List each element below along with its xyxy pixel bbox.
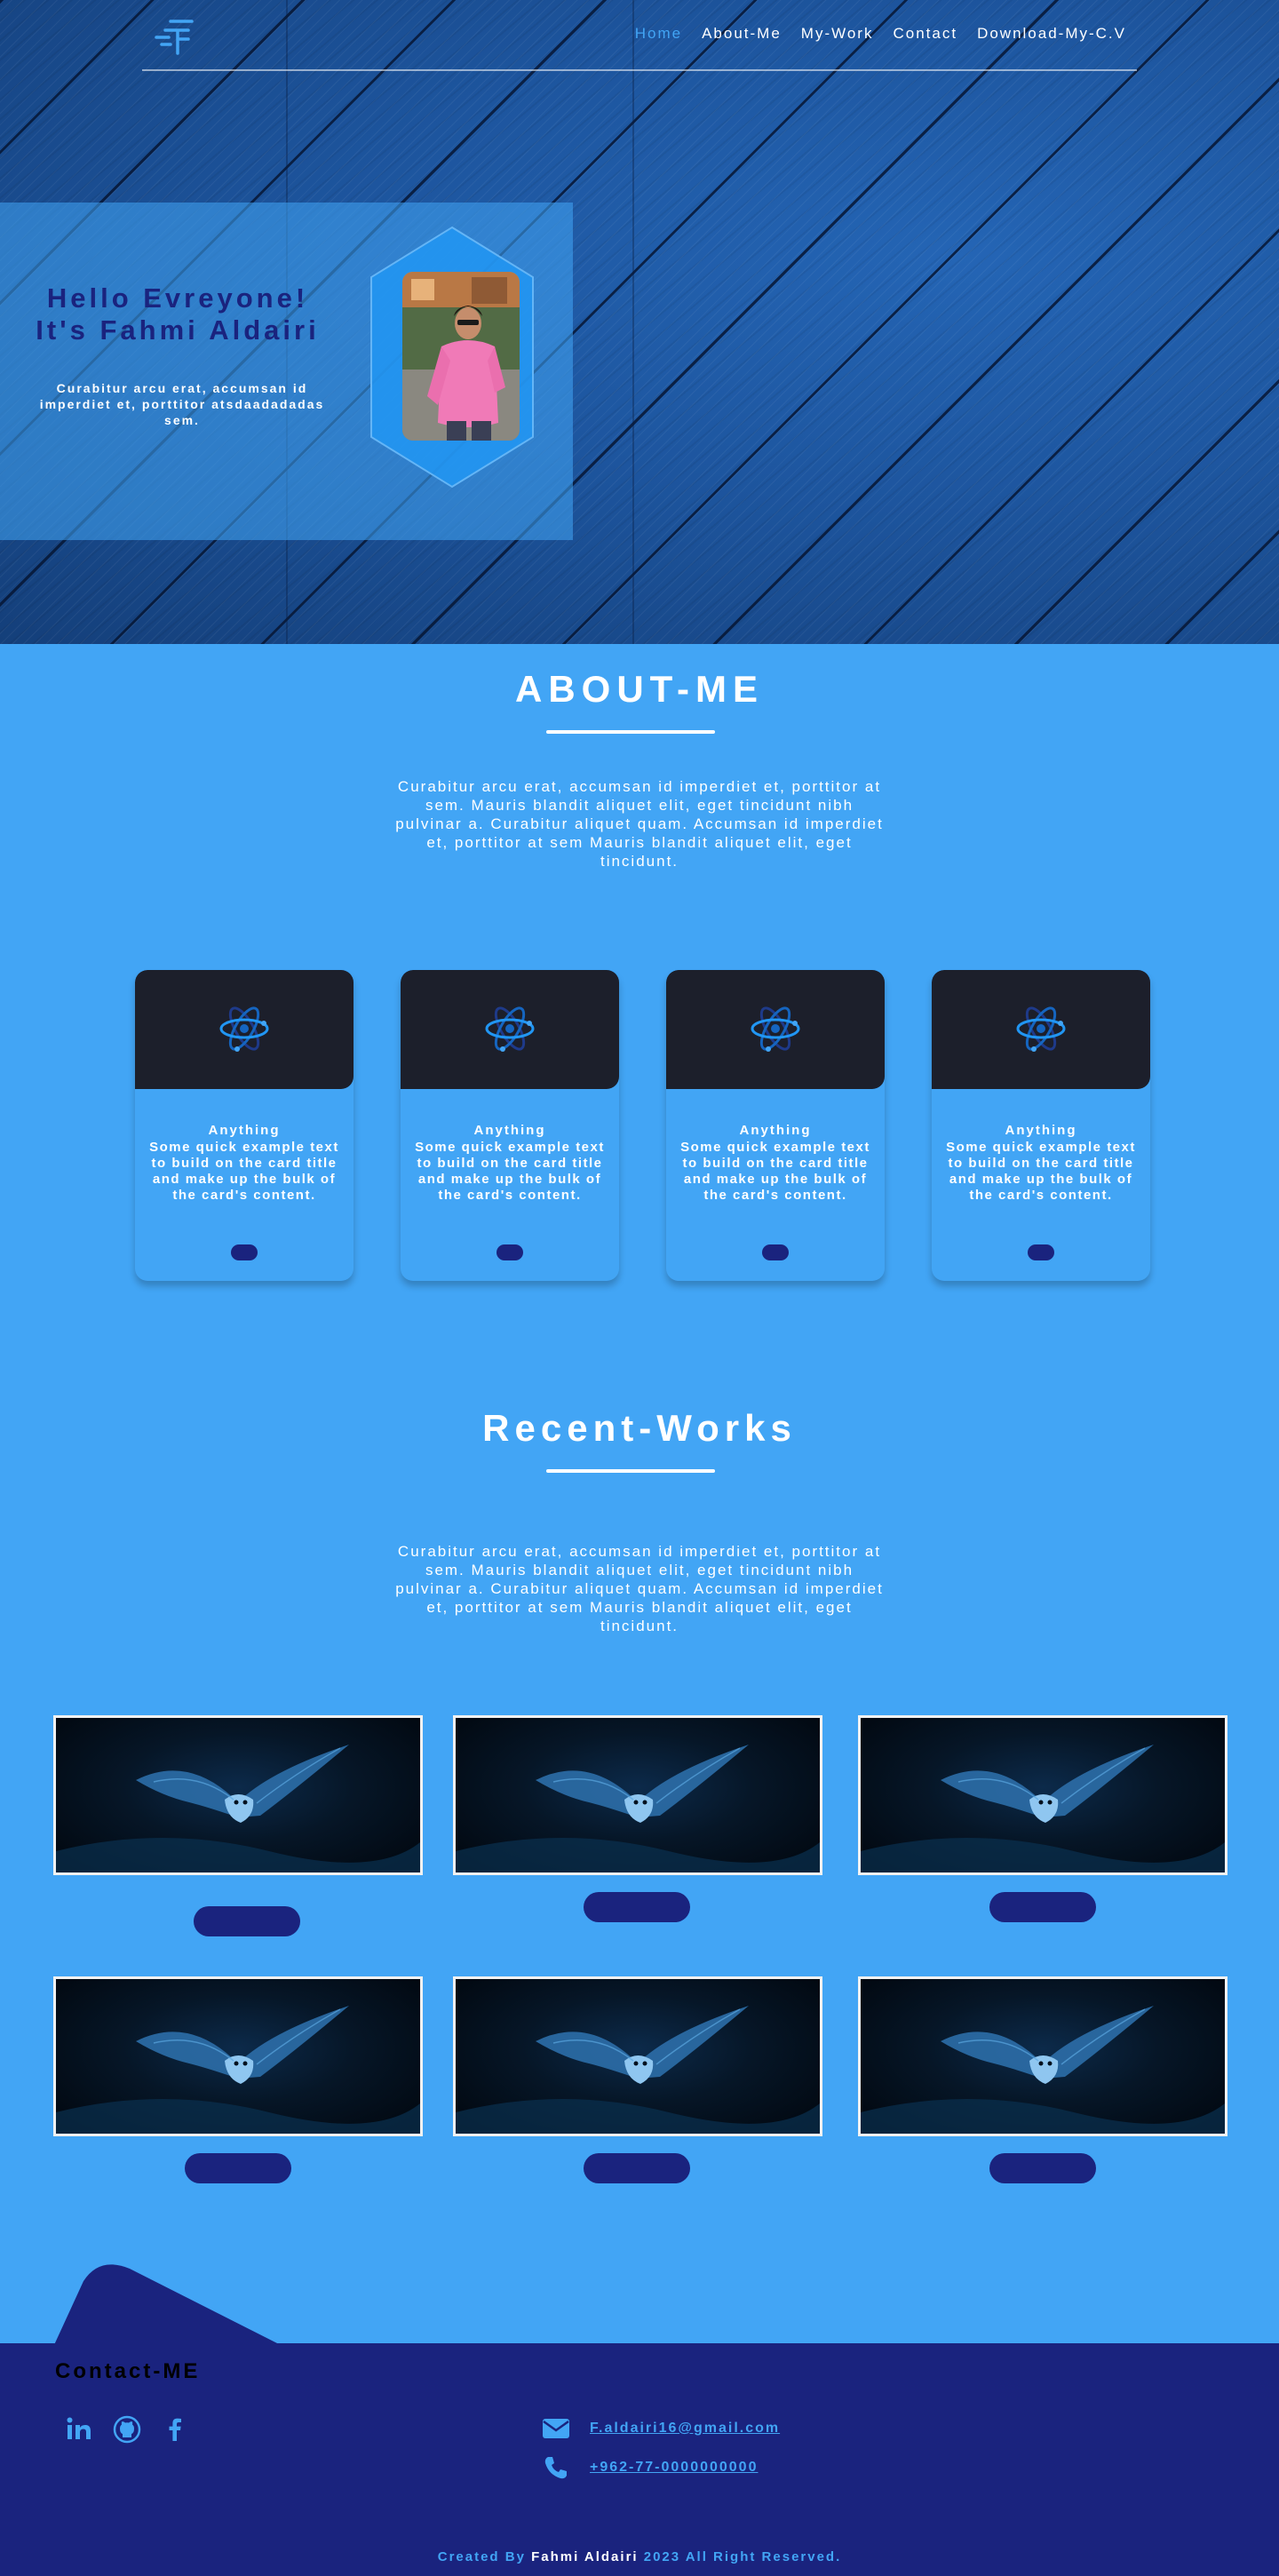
contact-footer: Contact-ME F.aldairi16@gmail.com +962-77…	[0, 2343, 1279, 2576]
phone-icon	[544, 2457, 567, 2479]
about-title: ABOUT-ME	[515, 668, 764, 710]
nav-contact[interactable]: Contact	[893, 25, 957, 43]
atom-icon	[751, 1006, 800, 1052]
nav-links: Home About-Me My-Work Contact Download-M…	[635, 25, 1126, 43]
mail-icon	[543, 2419, 569, 2438]
top-navbar: Home About-Me My-Work Contact Download-M…	[142, 0, 1137, 71]
about-title-underline	[546, 730, 715, 734]
card-header	[666, 970, 885, 1089]
card-button[interactable]	[762, 1244, 789, 1260]
card-header	[932, 970, 1150, 1089]
hero-heading-line1: Hello Evreyone!	[46, 282, 309, 314]
owl-flying-image	[453, 1715, 822, 1875]
card-header	[135, 970, 354, 1089]
hero-intro-panel: Hello Evreyone! It's Fahmi Aldairi Curab…	[0, 203, 573, 540]
atom-icon	[485, 1006, 535, 1052]
card-title: Anything	[473, 1123, 546, 1138]
work-view-button[interactable]	[185, 2153, 291, 2183]
owl-flying-image	[53, 1976, 423, 2136]
github-icon[interactable]	[112, 2414, 142, 2445]
owl-flying-image	[858, 1715, 1227, 1875]
hero-section: Home About-Me My-Work Contact Download-M…	[0, 0, 1279, 644]
owl-flying-image	[453, 1976, 822, 2136]
work-view-button[interactable]	[194, 1906, 300, 1936]
card-title: Anything	[739, 1123, 812, 1138]
phone-link[interactable]: +962-77-0000000000	[590, 2460, 758, 2476]
nav-my-work[interactable]: My-Work	[801, 25, 874, 43]
works-description: Curabitur arcu erat, accumsan id imperdi…	[395, 1543, 884, 1634]
footer-wave-shape	[53, 2264, 284, 2347]
contact-title: Contact-ME	[55, 2359, 201, 2383]
owl-flying-image	[858, 1976, 1227, 2136]
copyright-name: Fahmi Aldairi	[531, 2549, 639, 2564]
hero-heading: Hello Evreyone! It's Fahmi Aldairi	[18, 282, 338, 346]
fahmi-logo-icon[interactable]	[153, 18, 195, 57]
copyright-suffix: 2023 All Right Reserved.	[638, 2549, 842, 2564]
work-view-button[interactable]	[584, 2153, 690, 2183]
card-button[interactable]	[1028, 1244, 1054, 1260]
email-row: F.aldairi16@gmail.com	[542, 2414, 780, 2443]
nav-home[interactable]: Home	[635, 25, 682, 43]
linkedin-icon[interactable]	[64, 2414, 94, 2445]
card-header	[401, 970, 619, 1089]
card-text: Some quick example text to build on the …	[946, 1140, 1136, 1203]
card-button[interactable]	[497, 1244, 523, 1260]
atom-icon	[219, 1006, 269, 1052]
phone-row: +962-77-0000000000	[542, 2453, 758, 2482]
work-view-button[interactable]	[584, 1892, 690, 1922]
card-text: Some quick example text to build on the …	[149, 1140, 339, 1203]
copyright-prefix: Created By	[437, 2549, 532, 2564]
profile-photo	[402, 272, 520, 441]
service-card: Anything Some quick example text to buil…	[932, 970, 1150, 1281]
works-title: Recent-Works	[482, 1407, 797, 1449]
card-text: Some quick example text to build on the …	[680, 1140, 870, 1203]
card-title: Anything	[1005, 1123, 1077, 1138]
owl-flying-image	[53, 1715, 423, 1875]
card-text: Some quick example text to build on the …	[415, 1140, 605, 1203]
email-link[interactable]: F.aldairi16@gmail.com	[590, 2421, 780, 2437]
works-title-underline	[546, 1469, 715, 1473]
card-title: Anything	[208, 1123, 281, 1138]
atom-icon	[1016, 1006, 1066, 1052]
nav-download-cv[interactable]: Download-My-C.V	[977, 25, 1126, 43]
nav-about-me[interactable]: About-Me	[702, 25, 782, 43]
card-button[interactable]	[231, 1244, 258, 1260]
hero-subtitle: Curabitur arcu erat, accumsan id imperdi…	[39, 381, 325, 427]
service-card: Anything Some quick example text to buil…	[401, 970, 619, 1281]
service-card: Anything Some quick example text to buil…	[135, 970, 354, 1281]
facebook-icon[interactable]	[160, 2414, 190, 2445]
copyright-text: Created By Fahmi Aldairi 2023 All Right …	[0, 2549, 1279, 2564]
about-description: Curabitur arcu erat, accumsan id imperdi…	[395, 778, 884, 870]
hero-heading-line2: It's Fahmi Aldairi	[36, 314, 320, 346]
work-view-button[interactable]	[989, 1892, 1096, 1922]
person-illustration	[402, 272, 520, 441]
service-card: Anything Some quick example text to buil…	[666, 970, 885, 1281]
work-view-button[interactable]	[989, 2153, 1096, 2183]
